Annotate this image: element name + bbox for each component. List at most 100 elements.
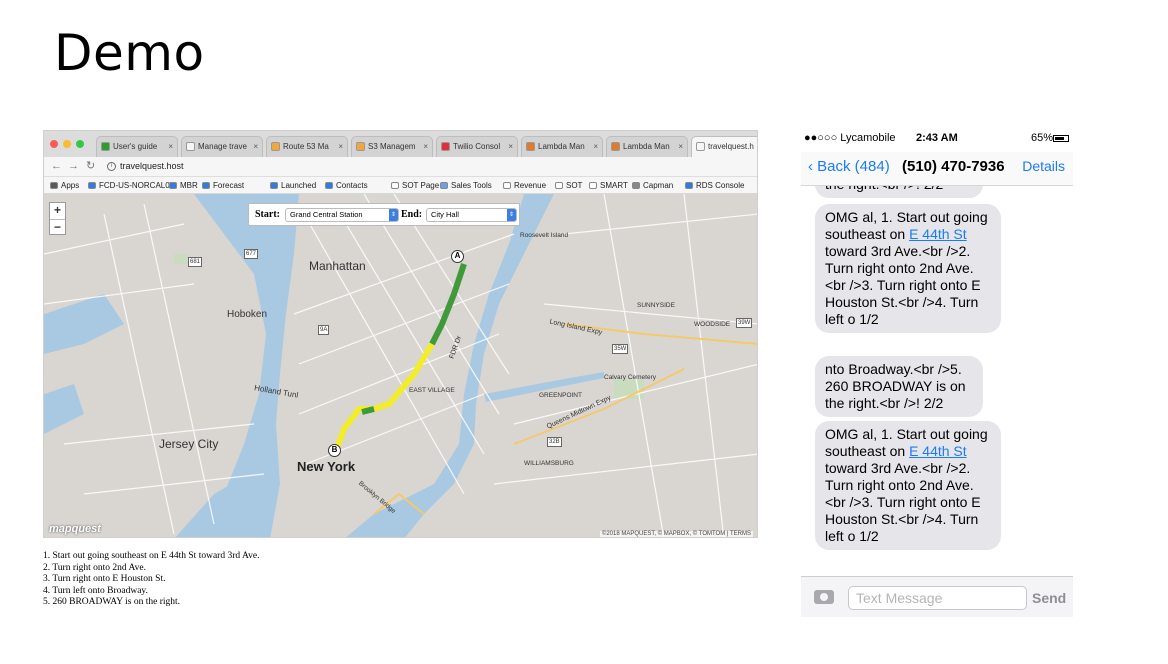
url-field[interactable]: travelquest.host [120, 160, 184, 173]
map-label-sunnyside: SUNNYSIDE [637, 302, 675, 309]
close-tab-icon[interactable]: × [423, 137, 428, 156]
map-attribution[interactable]: ©2018 MAPQUEST, © MAPBOX, © TOMTOM | TER… [599, 531, 753, 537]
message-bubble: the right.<br />! 2/2 [815, 186, 983, 198]
tab-favicon-icon [526, 142, 535, 151]
direction-step: 2. Turn right onto 2nd Ave. [43, 562, 147, 573]
slide-title: Demo [54, 24, 205, 82]
bookmark-item[interactable]: Contacts [325, 180, 368, 191]
browser-tab[interactable]: User's guide × [96, 136, 178, 157]
status-time: 2:43 AM [916, 132, 958, 144]
back-arrow-icon[interactable]: ← [51, 160, 62, 173]
bookmark-item[interactable]: SMART [589, 180, 628, 191]
forward-arrow-icon[interactable]: → [68, 160, 79, 173]
close-tab-icon[interactable]: × [508, 137, 513, 156]
bookmark-item[interactable]: Launched [270, 180, 316, 191]
details-button[interactable]: Details [1022, 158, 1065, 174]
map-label-jersey-city: Jersey City [159, 437, 219, 451]
info-icon[interactable]: i [107, 162, 116, 171]
bookmark-item[interactable]: RDS Console [685, 180, 744, 191]
message-input[interactable]: Text Message [848, 586, 1027, 610]
close-window-button[interactable] [50, 140, 58, 148]
reload-icon[interactable]: ↻ [86, 160, 95, 173]
bookmark-label: Apps [61, 181, 80, 190]
message-composer: Text Message Send [801, 576, 1073, 617]
browser-tab[interactable]: Lambda Man × [521, 136, 603, 157]
zoom-out-button[interactable]: − [50, 219, 65, 235]
pin-a-marker[interactable]: A [451, 250, 464, 263]
close-tab-icon[interactable]: × [338, 137, 343, 156]
close-tab-icon[interactable]: × [253, 137, 258, 156]
browser-tab[interactable]: Route 53 Ma × [266, 136, 348, 157]
browser-tab[interactable]: S3 Managem × [351, 136, 433, 157]
bookmark-item[interactable]: MBR [169, 180, 198, 191]
bookmark-label: Sales Tools [451, 181, 492, 190]
phone-screen: ●●○○○ Lycamobile 2:43 AM 65% ‹ Back (484… [801, 130, 1073, 617]
send-button[interactable]: Send [1032, 590, 1066, 606]
close-tab-icon[interactable]: × [593, 137, 598, 156]
tab-favicon-icon [101, 142, 110, 151]
contact-title: (510) 470-7936 [902, 158, 1005, 175]
message-link[interactable]: E 44th St [909, 226, 967, 242]
zoom-control: + − [49, 202, 66, 235]
pin-b-marker[interactable]: B [328, 444, 341, 457]
maximize-window-button[interactable] [76, 140, 84, 148]
tab-label: Lambda Man [623, 142, 670, 151]
browser-tab[interactable]: Manage trave × [181, 136, 263, 157]
bookmark-item[interactable]: SOT [555, 180, 582, 191]
back-label: Back (484) [817, 158, 890, 175]
tab-favicon-icon [271, 142, 280, 151]
browser-tab[interactable]: travelquest.h× [691, 136, 757, 157]
bookmark-item[interactable]: Apps [50, 180, 79, 191]
map-view[interactable]: + − Start: Grand Central Station ⇕ End: … [44, 194, 757, 537]
message-bubble: OMG al, 1. Start out going southeast on … [815, 421, 1001, 550]
map-label-williamsburg: WILLIAMSBURG [524, 460, 574, 467]
message-text: nto Broadway.<br />5. 260 BROADWAY is on… [825, 361, 966, 411]
bookmark-label: SMART [600, 181, 628, 190]
chevron-updown-icon: ⇕ [507, 209, 516, 221]
direction-step: 4. Turn left onto Broadway. [43, 585, 148, 596]
bookmark-item[interactable]: Forecast [202, 180, 244, 191]
bookmark-icon [685, 182, 693, 189]
minimize-window-button[interactable] [63, 140, 71, 148]
bookmark-icon [50, 182, 58, 189]
map-canvas [44, 194, 757, 537]
bookmark-item[interactable]: Revenue [503, 180, 546, 191]
back-button[interactable]: ‹ Back (484) [808, 158, 890, 175]
browser-tab[interactable]: Twilio Consol × [436, 136, 518, 157]
route-form: Start: Grand Central Station ⇕ End: City… [248, 203, 520, 226]
map-label-greenpoint: GREENPOINT [539, 392, 582, 399]
tab-favicon-icon [186, 142, 195, 151]
direction-step: 5. 260 BROADWAY is on the right. [43, 597, 181, 607]
bookmark-item[interactable]: Capman [632, 180, 673, 191]
bookmark-item[interactable]: Sales Tools [440, 180, 492, 191]
conversation-header: ‹ Back (484) (510) 470-7936 Details [801, 152, 1073, 186]
tab-favicon-icon [611, 142, 620, 151]
end-select[interactable]: City Hall ⇕ [426, 208, 517, 222]
bookmark-icon [88, 182, 96, 189]
message-text: toward 3rd Ave.<br />2. Turn right onto … [825, 243, 981, 327]
tab-label: User's guide [113, 142, 158, 151]
browser-tab[interactable]: Lambda Man × [606, 136, 688, 157]
route-shield: 9A [318, 325, 330, 335]
map-label-roosevelt: Roosevelt Island [520, 232, 569, 239]
bookmark-item[interactable]: SOT Page 2 [391, 180, 446, 191]
tab-label: S3 Managem [368, 142, 416, 151]
route-shield: 39W [736, 318, 753, 328]
battery-icon [1053, 135, 1069, 142]
end-select-value: City Hall [431, 210, 459, 219]
browser-window: User's guide × Manage trave × Route 53 Ma × S3… [43, 130, 758, 538]
address-bar: ← → ↻ i travelquest.host [44, 157, 757, 177]
message-link[interactable]: E 44th St [909, 443, 967, 459]
start-select[interactable]: Grand Central Station ⇕ [285, 208, 399, 222]
close-tab-icon[interactable]: × [168, 137, 173, 156]
map-label-east-village: EAST VILLAGE [409, 387, 455, 394]
zoom-in-button[interactable]: + [50, 203, 65, 219]
bookmark-label: SOT [566, 181, 583, 190]
route-shield: 681 [188, 257, 203, 267]
message-text: the right.<br />! 2/2 [825, 186, 943, 192]
bookmark-label: Revenue [514, 181, 547, 190]
bookmark-item[interactable]: FCD-US-NORCAL05 [88, 180, 174, 191]
close-tab-icon[interactable]: × [678, 137, 683, 156]
camera-icon[interactable] [814, 590, 834, 604]
start-select-value: Grand Central Station [290, 210, 363, 219]
